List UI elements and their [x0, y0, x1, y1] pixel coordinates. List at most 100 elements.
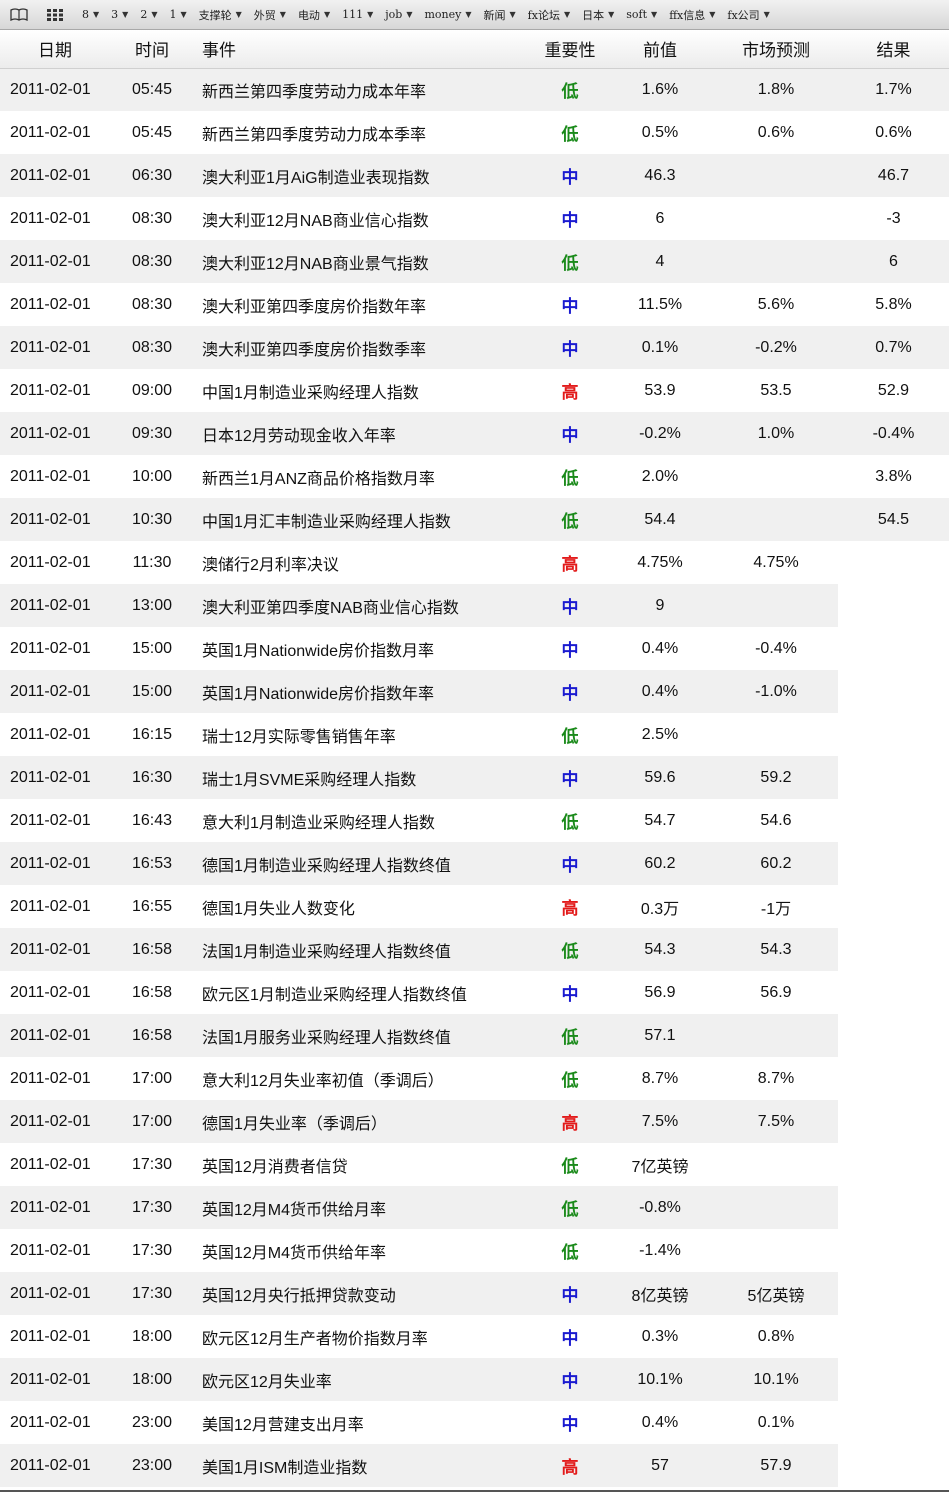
table-row[interactable]: 2011-02-01 17:30 英国12月消费者信贷低 7亿英镑: [0, 1143, 949, 1186]
chevron-down-icon: ▼: [279, 10, 286, 19]
forecast-value: 1.8%: [714, 68, 838, 111]
importance-badge: 中: [534, 670, 606, 713]
event-time: 17:30: [110, 1186, 194, 1229]
event-name: 英国12月央行抵押贷款变动: [194, 1272, 534, 1315]
header-time[interactable]: 时间: [110, 30, 194, 69]
previous-value: 60.2: [606, 842, 714, 885]
table-row[interactable]: 2011-02-01 05:45 新西兰第四季度劳动力成本季率低 0.5% 0.6% 0.…: [0, 111, 949, 154]
previous-value: -1.4%: [606, 1229, 714, 1272]
table-row[interactable]: 2011-02-01 16:30 瑞士1月SVME采购经理人指数中 59.6 59.2: [0, 756, 949, 799]
previous-value: 8.7%: [606, 1057, 714, 1100]
bookmark-folder[interactable]: 3 ▼: [111, 8, 128, 21]
bookmark-folder[interactable]: 新闻 ▼: [484, 7, 516, 23]
bookmark-folder[interactable]: soft ▼: [626, 8, 657, 21]
event-name: 澳大利亚1月AiG制造业表现指数: [194, 154, 534, 197]
header-importance[interactable]: 重要性: [534, 30, 606, 69]
forecast-value: -0.4%: [714, 627, 838, 670]
table-row[interactable]: 2011-02-01 10:30 中国1月汇丰制造业采购经理人指数低 54.4 54.5: [0, 498, 949, 541]
event-name: 德国1月制造业采购经理人指数终值: [194, 842, 534, 885]
grid-icon[interactable]: [46, 8, 64, 22]
bookmark-label: 8: [82, 8, 89, 21]
result-value: [838, 799, 949, 842]
chevron-down-icon: ▼: [323, 10, 331, 19]
table-row[interactable]: 2011-02-01 16:58 法国1月制造业采购经理人指数终值低 54.3 54.3: [0, 928, 949, 971]
bookmark-folder[interactable]: 1 ▼: [169, 8, 186, 21]
table-row[interactable]: 2011-02-01 17:00 德国1月失业率（季调后）高 7.5% 7.5%: [0, 1100, 949, 1143]
forecast-value: 57.9: [714, 1444, 838, 1487]
table-row[interactable]: 2011-02-01 15:00 英国1月Nationwide房价指数年率中 0.4%…: [0, 670, 949, 713]
bookmark-folder[interactable]: ffx信息 ▼: [669, 7, 715, 23]
table-row[interactable]: 2011-02-01 16:15 瑞士12月实际零售销售年率低 2.5%: [0, 713, 949, 756]
book-icon[interactable]: [10, 8, 28, 22]
table-row[interactable]: 2011-02-01 17:00 意大利12月失业率初值（季调后）低 8.7% 8.7%: [0, 1057, 949, 1100]
bookmark-folder[interactable]: 日本 ▼: [582, 7, 614, 23]
event-time: 08:30: [110, 240, 194, 283]
bookmark-label: 支撑轮: [198, 8, 232, 22]
event-name: 澳大利亚12月NAB商业信心指数: [194, 197, 534, 240]
result-value: [838, 541, 949, 584]
table-row[interactable]: 2011-02-01 18:00 欧元区12月失业率中 10.1% 10.1%: [0, 1358, 949, 1401]
table-row[interactable]: 2011-02-01 08:30 澳大利亚第四季度房价指数年率中 11.5% 5.6% 5…: [0, 283, 949, 326]
table-row[interactable]: 2011-02-01 17:30 英国12月央行抵押贷款变动中 8亿英镑 5亿英镑: [0, 1272, 949, 1315]
table-row[interactable]: 2011-02-01 16:58 法国1月服务业采购经理人指数终值低 57.1: [0, 1014, 949, 1057]
table-row[interactable]: 2011-02-01 23:00 美国1月ISM制造业指数高 57 57.9: [0, 1444, 949, 1487]
previous-value: 54.3: [606, 928, 714, 971]
bookmark-folder[interactable]: 8 ▼: [82, 8, 99, 21]
forecast-value: 56.9: [714, 971, 838, 1014]
table-row[interactable]: 2011-02-01 16:53 德国1月制造业采购经理人指数终值中 60.2 60.2: [0, 842, 949, 885]
event-date: 2011-02-01: [0, 111, 110, 154]
bookmark-folder[interactable]: 111 ▼: [342, 8, 373, 21]
table-row[interactable]: 2011-02-01 08:30 澳大利亚12月NAB商业景气指数低 4 6: [0, 240, 949, 283]
header-previous[interactable]: 前值: [606, 30, 714, 69]
table-row[interactable]: 2011-02-01 15:00 英国1月Nationwide房价指数月率中 0.4%…: [0, 627, 949, 670]
table-row[interactable]: 2011-02-01 11:30 澳储行2月利率决议高 4.75% 4.75%: [0, 541, 949, 584]
bookmarks-bar: 8 ▼ 3 ▼ 2 ▼ 1 ▼ 支撑轮 ▼ 外贸 ▼ 电动 ▼ 111 ▼ job ▼ money ▼ 新闻 ▼ fx论坛 ▼…: [0, 0, 949, 30]
table-row[interactable]: 2011-02-01 16:43 意大利1月制造业采购经理人指数低 54.7 54.6: [0, 799, 949, 842]
chevron-down-icon: ▼: [235, 10, 242, 19]
forecast-value: 5.6%: [714, 283, 838, 326]
bookmark-folder[interactable]: fx论坛 ▼: [528, 7, 570, 23]
header-forecast[interactable]: 市场预测: [714, 30, 838, 69]
bookmark-folder[interactable]: 支撑轮 ▼: [199, 7, 242, 23]
table-row[interactable]: 2011-02-01 09:00 中国1月制造业采购经理人指数高 53.9 53.5 52…: [0, 369, 949, 412]
table-row[interactable]: 2011-02-01 08:30 澳大利亚第四季度房价指数季率中 0.1% -0.2% 0…: [0, 326, 949, 369]
table-row[interactable]: 2011-02-01 16:55 德国1月失业人数变化高 0.3万 -1万: [0, 885, 949, 928]
bookmark-label: 外贸: [253, 8, 276, 22]
bookmark-folder[interactable]: 外贸 ▼: [254, 7, 286, 23]
table-row[interactable]: 2011-02-01 08:30 澳大利亚12月NAB商业信心指数中 6 -3: [0, 197, 949, 240]
event-name: 日本12月劳动现金收入年率: [194, 412, 534, 455]
event-name: 美国1月ISM制造业指数: [194, 1444, 534, 1487]
previous-value: 53.9: [606, 369, 714, 412]
previous-value: 0.4%: [606, 627, 714, 670]
event-name: 澳储行2月利率决议: [194, 541, 534, 584]
chevron-down-icon: ▼: [651, 10, 658, 19]
previous-value: 0.4%: [606, 670, 714, 713]
header-event[interactable]: 事件: [194, 30, 534, 69]
table-row[interactable]: 2011-02-01 23:00 美国12月营建支出月率中 0.4% 0.1%: [0, 1401, 949, 1444]
bookmark-folder[interactable]: 电动 ▼: [298, 7, 330, 23]
bookmark-label: 3: [111, 8, 119, 21]
result-value: [838, 1186, 949, 1229]
table-row[interactable]: 2011-02-01 05:45 新西兰第四季度劳动力成本年率低 1.6% 1.8% 1.…: [0, 68, 949, 111]
table-row[interactable]: 2011-02-01 18:00 欧元区12月生产者物价指数月率中 0.3% 0.8%: [0, 1315, 949, 1358]
bookmark-folder[interactable]: job ▼: [385, 8, 412, 21]
importance-badge: 低: [534, 1229, 606, 1272]
chevron-down-icon: ▼: [709, 10, 716, 19]
bookmark-folder[interactable]: 2 ▼: [140, 8, 157, 21]
table-row[interactable]: 2011-02-01 10:00 新西兰1月ANZ商品价格指数月率低 2.0% 3.8%: [0, 455, 949, 498]
bookmark-folder[interactable]: money ▼: [424, 8, 471, 21]
event-date: 2011-02-01: [0, 627, 110, 670]
table-row[interactable]: 2011-02-01 16:58 欧元区1月制造业采购经理人指数终值中 56.9 56.…: [0, 971, 949, 1014]
table-row[interactable]: 2011-02-01 09:30 日本12月劳动现金收入年率中 -0.2% 1.0% -0…: [0, 412, 949, 455]
importance-badge: 中: [534, 412, 606, 455]
header-date[interactable]: 日期: [0, 30, 110, 69]
table-row[interactable]: 2011-02-01 13:00 澳大利亚第四季度NAB商业信心指数中 9: [0, 584, 949, 627]
table-row[interactable]: 2011-02-01 17:30 英国12月M4货币供给月率低 -0.8%: [0, 1186, 949, 1229]
bookmark-folder[interactable]: fx公司 ▼: [727, 7, 769, 23]
event-time: 10:00: [110, 455, 194, 498]
table-row[interactable]: 2011-02-01 06:30 澳大利亚1月AiG制造业表现指数中 46.3 46.7: [0, 154, 949, 197]
bookmark-label: soft: [626, 8, 648, 21]
header-result[interactable]: 结果: [838, 30, 949, 69]
importance-badge: 中: [534, 1272, 606, 1315]
table-row[interactable]: 2011-02-01 17:30 英国12月M4货币供给年率低 -1.4%: [0, 1229, 949, 1272]
